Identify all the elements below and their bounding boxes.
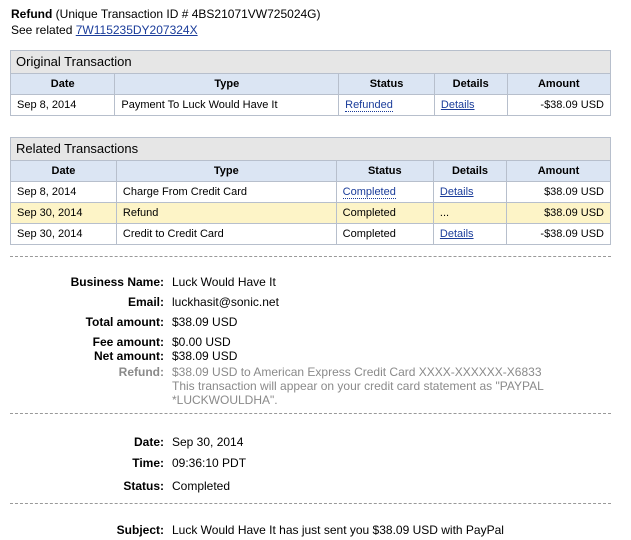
table-row: Sep 8, 2014 Charge From Credit Card Comp… [11, 181, 610, 203]
row-amount: $38.09 USD [506, 202, 610, 224]
subject-value: Luck Would Have It has just sent you $38… [172, 523, 504, 537]
row-type: Credit to Credit Card [116, 223, 337, 244]
row-amount: -$38.09 USD [540, 99, 604, 111]
status-row: Status: Completed [0, 478, 631, 494]
section-title: Related Transactions [11, 138, 610, 161]
row-status-link[interactable]: Completed [342, 186, 396, 199]
divider [10, 256, 611, 257]
business-name-value: Luck Would Have It [172, 275, 276, 289]
col-details-header: Details [433, 161, 508, 182]
divider [10, 413, 611, 414]
business-name-row: Business Name: Luck Would Have It [0, 274, 631, 290]
divider [10, 503, 611, 504]
row-status: Completed [336, 223, 434, 244]
table-row: Sep 8, 2014 Payment To Luck Would Have I… [11, 94, 610, 115]
status-label: Status: [123, 479, 164, 493]
col-status-header: Status [336, 161, 434, 182]
net-amount-value: $38.09 USD [172, 349, 238, 363]
email-value: luckhasit@sonic.net [172, 295, 279, 309]
row-date: Sep 30, 2014 [11, 223, 117, 244]
row-type: Charge From Credit Card [116, 181, 337, 203]
row-date: Sep 8, 2014 [11, 181, 117, 203]
original-transaction-table: Date Type Status Details Amount Sep 8, 2… [11, 74, 610, 115]
refund-line-3: *LUCKWOULDHA". [172, 393, 278, 407]
net-amount-label: Net amount: [94, 349, 164, 363]
row-type: Payment To Luck Would Have It [114, 94, 340, 115]
page-title: Refund (Unique Transaction ID # 4BS21071… [11, 6, 321, 22]
date-label: Date: [133, 435, 164, 449]
related-transactions-section: Related Transactions Date Type Status De… [10, 137, 611, 245]
details-link[interactable]: Details [440, 228, 474, 240]
row-date: Sep 30, 2014 [11, 202, 117, 224]
col-status-header: Status [338, 74, 435, 95]
table-row-current: Sep 30, 2014 Refund Completed ... $38.09… [11, 202, 610, 224]
transaction-header: Refund (Unique Transaction ID # 4BS21071… [11, 6, 321, 38]
time-row: Time: 09:36:10 PDT [0, 455, 631, 471]
details-link[interactable]: Details [441, 99, 475, 111]
row-status: Completed [336, 202, 434, 224]
row-status-link[interactable]: Refunded [345, 99, 393, 112]
subject-label: Subject: [116, 523, 164, 537]
total-amount-row: Total amount: $38.09 USD [0, 314, 631, 330]
row-details-cell: Details [433, 181, 508, 203]
col-type-header: Type [116, 161, 337, 182]
row-amount: $38.09 USD [506, 181, 610, 203]
table-header-row: Date Type Status Details Amount [11, 74, 610, 95]
refund-row: Refund: $38.09 USD to American Express C… [0, 364, 631, 412]
col-date-header: Date [11, 74, 116, 95]
refund-label: Refund: [118, 365, 164, 379]
date-value: Sep 30, 2014 [172, 435, 244, 449]
time-label: Time: [132, 456, 164, 470]
transaction-kind: Refund [11, 7, 53, 21]
col-amount-header: Amount [507, 74, 610, 95]
row-details: ... [433, 202, 508, 224]
col-type-header: Type [114, 74, 340, 95]
email-label: Email: [127, 295, 164, 309]
related-transaction-link[interactable]: 7W115235DY207324X [76, 23, 198, 37]
table-header-row: Date Type Status Details Amount [11, 161, 610, 182]
transaction-id: (Unique Transaction ID # 4BS21071VW72502… [55, 7, 321, 21]
subject-row: Subject: Luck Would Have It has just sen… [0, 522, 631, 538]
date-row: Date: Sep 30, 2014 [0, 434, 631, 450]
business-name-label: Business Name: [70, 275, 164, 289]
row-details-cell: Details [433, 223, 508, 244]
table-row: Sep 30, 2014 Credit to Credit Card Compl… [11, 223, 610, 244]
time-value: 09:36:10 PDT [172, 456, 247, 470]
status-value: Completed [172, 479, 231, 493]
details-link[interactable]: Details [440, 186, 474, 198]
row-details-cell: Details [434, 94, 508, 115]
total-amount-value: $38.09 USD [172, 315, 238, 329]
col-date-header: Date [11, 161, 117, 182]
row-type: Refund [116, 202, 337, 224]
email-row: Email: luckhasit@sonic.net [0, 294, 631, 310]
row-amount: -$38.09 USD [540, 228, 604, 240]
related-transactions-table: Date Type Status Details Amount Sep 8, 2… [11, 161, 610, 244]
original-transaction-section: Original Transaction Date Type Status De… [10, 50, 611, 116]
row-date: Sep 8, 2014 [11, 94, 116, 115]
see-related: See related 7W115235DY207324X [11, 22, 321, 38]
net-amount-row: Net amount: $38.09 USD [0, 348, 631, 364]
col-details-header: Details [434, 74, 508, 95]
total-amount-label: Total amount: [85, 315, 164, 329]
row-status-cell: Completed [336, 181, 434, 203]
col-amount-header: Amount [506, 161, 610, 182]
see-related-label: See related [11, 23, 73, 37]
section-title: Original Transaction [11, 51, 610, 74]
row-status-cell: Refunded [338, 94, 435, 115]
